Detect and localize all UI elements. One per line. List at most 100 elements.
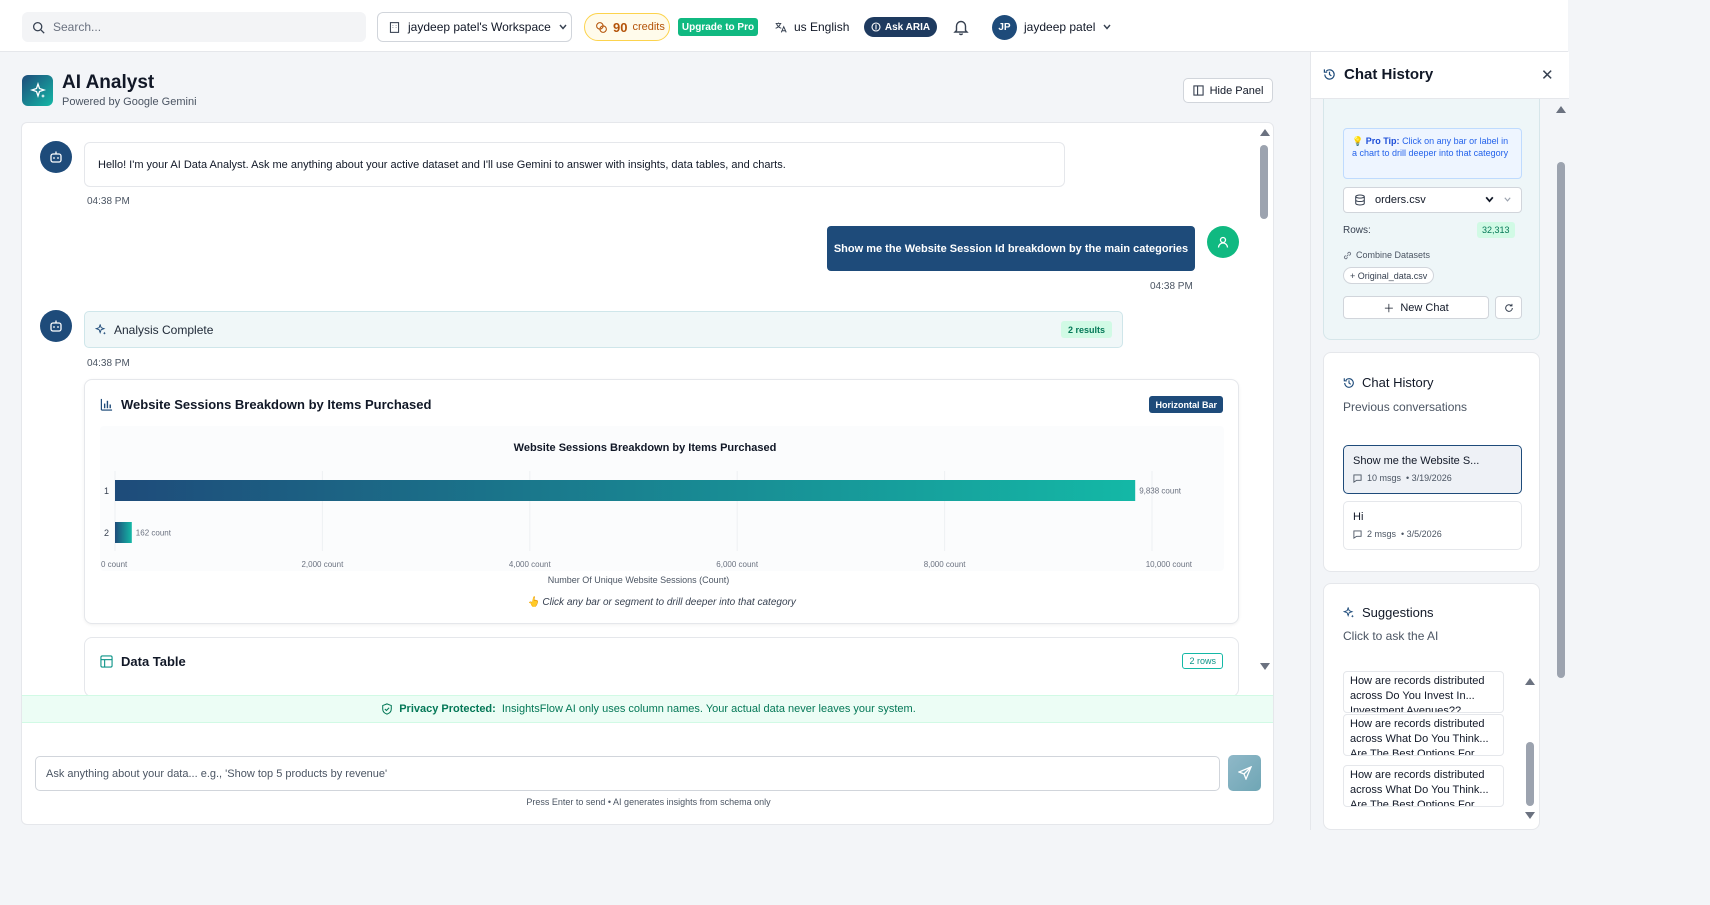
x-tick-label: 2,000 count (301, 560, 344, 569)
combine-datasets: Combine Datasets (1343, 250, 1430, 260)
scroll-down-arrow[interactable] (1260, 663, 1270, 670)
chat-input-placeholder: Ask anything about your data... e.g., 'S… (46, 767, 388, 780)
chevron-down-icon (559, 24, 567, 30)
sparkles-icon (22, 75, 53, 106)
credits-badge[interactable]: 90 credits (584, 13, 670, 41)
bar-chart[interactable]: Website Sessions Breakdown by Items Purc… (100, 426, 1224, 591)
chevron-down-icon (1103, 24, 1111, 30)
hide-panel-button[interactable]: Hide Panel (1183, 78, 1273, 103)
y-tick-label: 2 (104, 528, 109, 538)
scroll-down-arrow[interactable] (1525, 812, 1535, 819)
x-tick-label: 8,000 count (924, 560, 967, 569)
history-item-date: • 3/19/2026 (1406, 473, 1452, 483)
history-title: Chat History (1343, 375, 1434, 390)
workspace-name: jaydeep patel's Workspace (408, 20, 551, 34)
user-name: jaydeep patel (1024, 20, 1096, 34)
hide-panel-label: Hide Panel (1209, 84, 1264, 97)
rows-badge: 2 rows (1182, 653, 1223, 669)
panel-title: Chat History (1323, 66, 1433, 83)
language-selector[interactable]: us English (774, 17, 849, 37)
suggestions-scrollbar[interactable] (1525, 678, 1535, 828)
privacy-bold: Privacy Protected: (399, 703, 496, 715)
avatar: JP (992, 14, 1017, 40)
panel-scrollbar[interactable] (1555, 104, 1567, 678)
history-subtitle: Previous conversations (1343, 400, 1468, 414)
workspace-selector[interactable]: jaydeep patel's Workspace (377, 12, 572, 42)
pro-tip: 💡 Pro Tip: Click on any bar or label in … (1343, 128, 1522, 179)
x-axis-label: Number Of Unique Website Sessions (Count… (548, 575, 729, 585)
privacy-banner: Privacy Protected: InsightsFlow AI only … (22, 695, 1273, 723)
page-title: AI Analyst (62, 72, 155, 93)
history-item-count: 10 msgs (1367, 473, 1402, 483)
analysis-label: Analysis Complete (114, 322, 214, 337)
combine-dataset-chip[interactable]: + Original_data.csv (1343, 267, 1435, 284)
user-menu[interactable]: JP jaydeep patel (992, 14, 1112, 40)
chat-scrollbar[interactable] (1258, 127, 1270, 673)
message-list[interactable]: Hello! I'm your AI Data Analyst. Ask me … (22, 123, 1273, 695)
results-badge: 2 results (1060, 321, 1112, 338)
chart-area: Website Sessions Breakdown by Items Purc… (100, 426, 1224, 585)
message-timestamp: 04:38 PM (87, 358, 130, 369)
suggestions-title-label: Suggestions (1362, 605, 1434, 620)
suggestions-subtitle: Click to ask the AI (1343, 629, 1439, 643)
bar[interactable] (115, 480, 1136, 501)
drill-hint: 👆 Click any bar or segment to drill deep… (527, 597, 796, 608)
history-item[interactable]: Hi 2 msgs • 3/5/2026 (1343, 501, 1522, 550)
scroll-thumb[interactable] (1260, 145, 1268, 219)
plus-icon: ＋ (1383, 302, 1395, 315)
chart-card-header: Website Sessions Breakdown by Items Purc… (100, 397, 431, 412)
history-item-count: 2 msgs (1367, 529, 1397, 539)
scroll-up-arrow[interactable] (1260, 129, 1270, 136)
user-avatar (1207, 226, 1239, 258)
credits-label: credits (632, 21, 665, 33)
message-timestamp: 04:38 PM (87, 196, 130, 207)
x-tick-label: 4,000 count (509, 560, 552, 569)
combine-label: Combine Datasets (1356, 250, 1431, 260)
translate-icon (775, 22, 787, 33)
chat-input[interactable]: Ask anything about your data... e.g., 'S… (35, 756, 1220, 791)
x-tick-label: 0 count (101, 560, 128, 569)
bot-avatar (40, 141, 72, 173)
refresh-button[interactable] (1495, 296, 1522, 319)
table-icon (100, 655, 113, 668)
scroll-up-arrow[interactable] (1525, 678, 1535, 685)
send-button[interactable] (1228, 755, 1261, 791)
bot-avatar (40, 310, 72, 342)
rows-label: Rows: (1343, 225, 1371, 236)
data-table-card: Data Table 2 rows (84, 637, 1239, 695)
history-icon (1323, 69, 1335, 80)
message-icon (1353, 473, 1362, 483)
suggestion-item[interactable]: How are records distributed across What … (1343, 714, 1504, 756)
new-chat-button[interactable]: ＋ New Chat (1343, 296, 1489, 319)
data-label: 9,838 count (1139, 487, 1182, 496)
search-input[interactable]: Search... (22, 12, 366, 42)
upgrade-button[interactable]: Upgrade to Pro (678, 18, 758, 36)
chart-type-badge: Horizontal Bar (1149, 396, 1223, 413)
history-item[interactable]: Show me the Website S... 10 msgs • 3/19/… (1343, 445, 1522, 494)
privacy-text: InsightsFlow AI only uses column names. … (501, 703, 916, 715)
dataset-name: orders.csv (1375, 194, 1426, 206)
robot-icon (50, 320, 62, 332)
scroll-thumb[interactable] (1557, 162, 1565, 678)
bell-icon[interactable] (952, 18, 970, 36)
suggestion-item[interactable]: How are records distributed across Do Yo… (1343, 671, 1504, 713)
robot-icon (50, 151, 62, 163)
close-icon[interactable]: ✕ (1541, 66, 1554, 84)
history-item-title: Show me the Website S... (1353, 455, 1480, 467)
dataset-select[interactable]: orders.csv (1343, 187, 1522, 213)
suggestion-item[interactable]: How are records distributed across What … (1343, 765, 1504, 807)
dataset-card: 💡 Pro Tip: Click on any bar or label in … (1323, 99, 1540, 340)
bar[interactable] (115, 522, 132, 543)
chart-card: Website Sessions Breakdown by Items Purc… (84, 379, 1239, 624)
new-chat-label: New Chat (1400, 301, 1449, 314)
ask-aria-button[interactable]: Ask ARIA (864, 17, 937, 37)
panel-title-label: Chat History (1344, 66, 1434, 83)
refresh-icon (1504, 303, 1513, 312)
bar-chart-icon (100, 398, 113, 411)
bot-message: Hello! I'm your AI Data Analyst. Ask me … (84, 142, 1065, 187)
scroll-thumb[interactable] (1526, 742, 1534, 806)
scroll-up-arrow[interactable] (1556, 106, 1566, 113)
shield-check-icon (382, 703, 393, 715)
page-subtitle: Powered by Google Gemini (62, 96, 197, 108)
aria-icon (871, 22, 881, 32)
